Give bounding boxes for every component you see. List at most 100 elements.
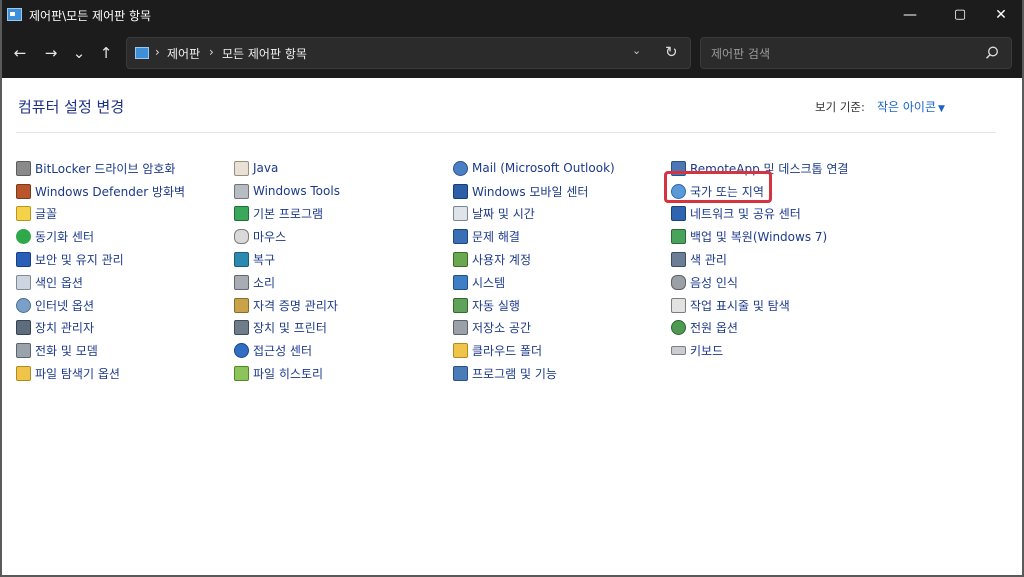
item-ease-of-access[interactable]: 접근성 센터 <box>234 339 340 362</box>
users-icon <box>453 252 468 268</box>
item-label: 시스템 <box>472 275 506 290</box>
item-label: 동기화 센터 <box>35 230 95 245</box>
search-icon[interactable] <box>983 44 1001 62</box>
item-label: 색인 옵션 <box>35 275 83 290</box>
item-file-history[interactable]: 파일 히스토리 <box>234 362 340 385</box>
page-title: 컴퓨터 설정 변경 <box>18 98 125 116</box>
item-phone-modem[interactable]: 전화 및 모뎀 <box>16 339 185 362</box>
file-history-icon <box>234 366 249 382</box>
items-column-2: Java Windows Tools 기본 프로그램 마우스 복구 소리 자격 … <box>234 157 340 385</box>
item-label: Mail (Microsoft Outlook) <box>472 161 615 176</box>
item-firewall[interactable]: Windows Defender 방화벽 <box>16 180 185 203</box>
item-fonts[interactable]: 글꼴 <box>16 203 185 226</box>
item-label: Windows Tools <box>253 184 340 199</box>
view-by-label: 보기 기준: <box>815 100 865 114</box>
control-panel-icon <box>7 8 22 21</box>
item-label: 네트워크 및 공유 센터 <box>690 207 801 222</box>
cloud-folder-icon <box>453 343 468 359</box>
item-system[interactable]: 시스템 <box>453 271 615 294</box>
flag-icon <box>16 252 31 268</box>
accessibility-icon <box>234 343 249 359</box>
item-label: 자동 실행 <box>472 298 520 313</box>
item-backup-restore[interactable]: 백업 및 복원(Windows 7) <box>671 225 848 248</box>
item-java[interactable]: Java <box>234 157 340 180</box>
power-icon <box>671 320 686 336</box>
breadcrumb-separator: › <box>209 45 214 59</box>
control-panel-window: 제어판\모든 제어판 항목 — ▢ ✕ ← → ⌄ ↑ › 제어판 › 모든 제… <box>0 0 1024 577</box>
item-label: 기본 프로그램 <box>253 207 324 222</box>
item-taskbar-navigation[interactable]: 작업 표시줄 및 탐색 <box>671 294 848 317</box>
item-default-programs[interactable]: 기본 프로그램 <box>234 203 340 226</box>
refresh-icon[interactable]: ↻ <box>665 43 678 61</box>
troubleshoot-icon <box>453 229 468 245</box>
item-label: 인터넷 옵션 <box>35 298 95 313</box>
item-label: 키보드 <box>690 344 724 359</box>
recent-locations-chevron-icon[interactable]: ⌄ <box>68 42 90 64</box>
item-credential-manager[interactable]: 자격 증명 관리자 <box>234 294 340 317</box>
programs-icon <box>453 366 468 382</box>
address-dropdown-chevron-icon[interactable]: ⌄ <box>632 44 641 57</box>
item-troubleshooting[interactable]: 문제 해결 <box>453 225 615 248</box>
device-manager-icon <box>16 320 31 336</box>
item-storage-spaces[interactable]: 저장소 공간 <box>453 317 615 340</box>
item-programs-features[interactable]: 프로그램 및 기능 <box>453 362 615 385</box>
control-panel-crumb-icon <box>135 47 149 59</box>
firewall-icon <box>16 183 31 199</box>
network-icon <box>671 206 686 222</box>
item-explorer-options[interactable]: 파일 탐색기 옵션 <box>16 362 185 385</box>
forward-arrow-icon[interactable]: → <box>40 42 62 64</box>
item-label: 프로그램 및 기능 <box>472 367 557 382</box>
item-sound[interactable]: 소리 <box>234 271 340 294</box>
item-label: 마우스 <box>253 230 287 245</box>
search-input[interactable] <box>709 44 973 64</box>
storage-icon <box>453 320 468 336</box>
java-icon <box>234 160 249 176</box>
item-network-sharing[interactable]: 네트워크 및 공유 센터 <box>671 203 848 226</box>
item-power-options[interactable]: 전원 옵션 <box>671 317 848 340</box>
item-label: 백업 및 복원(Windows 7) <box>690 230 828 245</box>
item-speech-recognition[interactable]: 음성 인식 <box>671 271 848 294</box>
item-devices-printers[interactable]: 장치 및 프린터 <box>234 317 340 340</box>
item-keyboard[interactable]: 키보드 <box>671 339 848 362</box>
breadcrumb-all-items[interactable]: 모든 제어판 항목 <box>222 45 307 62</box>
item-color-management[interactable]: 색 관리 <box>671 248 848 271</box>
view-by-dropdown[interactable]: 작은 아이콘 ▼ <box>877 98 945 115</box>
items-column-3: Mail (Microsoft Outlook) Windows 모바일 센터 … <box>453 157 615 385</box>
item-windows-tools[interactable]: Windows Tools <box>234 180 340 203</box>
item-mail[interactable]: Mail (Microsoft Outlook) <box>453 157 615 180</box>
back-arrow-icon[interactable]: ← <box>9 42 31 64</box>
divider <box>16 132 996 133</box>
item-indexing[interactable]: 색인 옵션 <box>16 271 185 294</box>
up-arrow-icon[interactable]: ↑ <box>95 42 117 64</box>
item-mouse[interactable]: 마우스 <box>234 225 340 248</box>
item-device-manager[interactable]: 장치 관리자 <box>16 317 185 340</box>
item-internet-options[interactable]: 인터넷 옵션 <box>16 294 185 317</box>
gear-icon <box>234 183 249 199</box>
item-security-maintenance[interactable]: 보안 및 유지 관리 <box>16 248 185 271</box>
item-mobility-center[interactable]: Windows 모바일 센터 <box>453 180 615 203</box>
item-recovery[interactable]: 복구 <box>234 248 340 271</box>
close-button[interactable]: ✕ <box>978 0 1024 30</box>
color-management-icon <box>671 252 686 268</box>
item-label: 파일 히스토리 <box>253 367 324 382</box>
item-date-time[interactable]: 날짜 및 시간 <box>453 203 615 226</box>
window-border-left <box>0 0 2 577</box>
item-cloud-folder[interactable]: 클라우드 폴더 <box>453 339 615 362</box>
maximize-button[interactable]: ▢ <box>937 0 983 30</box>
breadcrumb-control-panel[interactable]: 제어판 <box>167 45 200 62</box>
item-label: 저장소 공간 <box>472 321 532 336</box>
folder-icon <box>16 366 31 382</box>
search-box[interactable] <box>700 37 1012 69</box>
item-sync-center[interactable]: 동기화 센터 <box>16 225 185 248</box>
item-autoplay[interactable]: 자동 실행 <box>453 294 615 317</box>
monitor-icon <box>453 274 468 290</box>
item-label: 복구 <box>253 253 276 268</box>
title-bar[interactable]: 제어판\모든 제어판 항목 — ▢ ✕ <box>0 0 1024 30</box>
address-bar[interactable]: › 제어판 › 모든 제어판 항목 ⌄ ↻ <box>126 37 691 69</box>
minimize-button[interactable]: — <box>887 0 933 30</box>
item-bitlocker[interactable]: BitLocker 드라이브 암호화 <box>16 157 185 180</box>
recovery-icon <box>234 252 249 268</box>
item-user-accounts[interactable]: 사용자 계정 <box>453 248 615 271</box>
item-label: 음성 인식 <box>690 275 738 290</box>
item-label: 글꼴 <box>35 207 58 222</box>
